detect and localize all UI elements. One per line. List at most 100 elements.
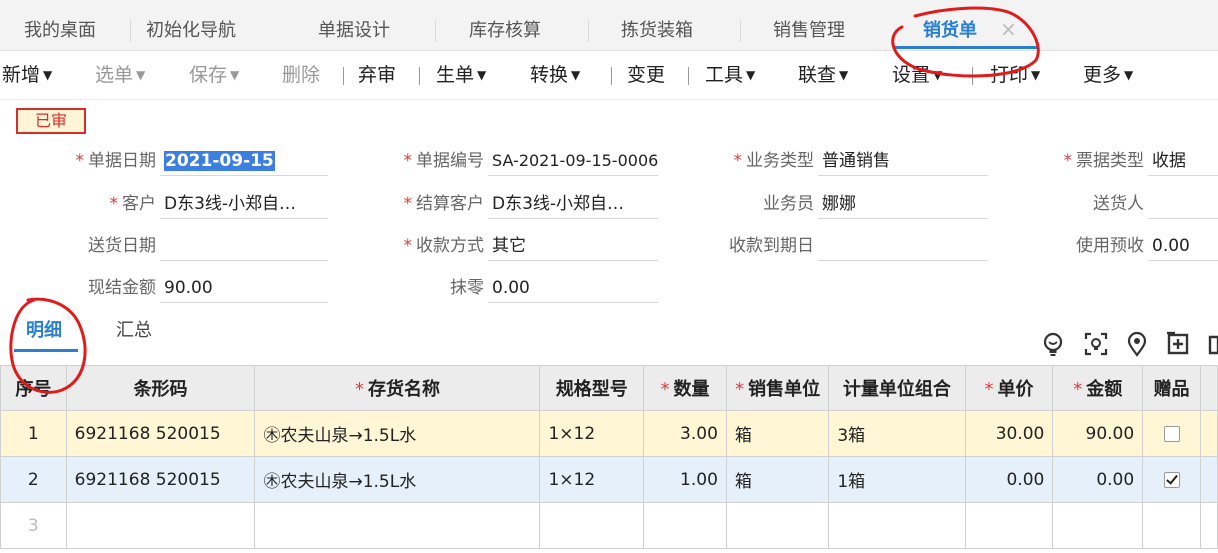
cell-price[interactable]	[964, 502, 1054, 549]
doc-date-field[interactable]: 2021-09-15	[160, 146, 328, 176]
invoice-type-field[interactable]: 收据	[1148, 146, 1218, 176]
payment-method-label: * 收款方式	[346, 231, 485, 261]
col-header-unit-text: 销售单位	[748, 379, 821, 400]
use-prepaid-field[interactable]: 0.00	[1148, 231, 1218, 261]
cell-amount[interactable]	[1052, 502, 1144, 549]
save-button[interactable]: 保存 ▼	[189, 51, 239, 99]
cell-unit-combo[interactable]: 3箱	[828, 410, 966, 457]
tab-picking-packing[interactable]: 拣货装箱	[621, 0, 693, 50]
table-row[interactable]: 1 6921168 520015 ㊍农夫山泉→1.5L水 1×12 3.00 箱…	[0, 410, 1218, 457]
cell-spec[interactable]: 1×12	[539, 456, 645, 503]
select-button[interactable]: 选单 ▼	[95, 51, 145, 99]
lightbulb-icon[interactable]	[1040, 331, 1066, 357]
tab-init-guide[interactable]: 初始化导航	[146, 0, 236, 50]
tools-button[interactable]: 工具 ▼	[705, 51, 755, 99]
new-label: 新增	[2, 64, 41, 86]
cell-amount[interactable]: 0.00	[1052, 456, 1144, 503]
cell-extra	[1199, 410, 1218, 457]
delete-row-icon[interactable]	[1206, 331, 1218, 357]
delivery-date-field[interactable]	[160, 231, 328, 261]
tab-divider	[588, 20, 589, 42]
biz-type-label-text: 业务类型	[746, 151, 814, 171]
round-off-field[interactable]: 0.00	[488, 273, 658, 303]
cell-gift[interactable]	[1142, 502, 1201, 549]
cell-name[interactable]: ㊍农夫山泉→1.5L水	[254, 410, 541, 457]
tab-desktop[interactable]: 我的桌面	[24, 0, 96, 50]
col-header-barcode[interactable]: 条形码	[65, 365, 256, 411]
new-button[interactable]: 新增 ▼	[2, 51, 52, 99]
scan-icon[interactable]	[1083, 331, 1109, 357]
col-header-amount-text: 金额	[1086, 379, 1123, 400]
linked-query-button[interactable]: 联查 ▼	[798, 51, 848, 99]
cell-barcode[interactable]	[65, 502, 256, 549]
delete-button[interactable]: 删除	[282, 51, 320, 99]
cell-price[interactable]: 30.00	[964, 410, 1054, 457]
tab-inventory-accounting[interactable]: 库存核算	[469, 0, 541, 50]
cash-amount-label: 现结金额	[88, 278, 156, 298]
cell-amount[interactable]: 90.00	[1052, 410, 1144, 457]
table-row[interactable]: 3	[0, 502, 1218, 549]
cell-name[interactable]: ㊍农夫山泉→1.5L水	[254, 456, 541, 503]
table-row[interactable]: 2 6921168 520015 ㊍农夫山泉→1.5L水 1×12 1.00 箱…	[0, 456, 1218, 503]
col-header-unit[interactable]: * 销售单位	[725, 365, 830, 411]
cell-spec[interactable]	[539, 502, 645, 549]
salesman-field[interactable]: 娜娜	[818, 189, 988, 219]
payment-method-field[interactable]: 其它	[488, 231, 658, 261]
cell-price[interactable]: 0.00	[964, 456, 1054, 503]
generate-button[interactable]: 生单 ▼	[436, 51, 486, 99]
cell-spec[interactable]: 1×12	[539, 410, 645, 457]
subtab-detail[interactable]: 明细	[26, 318, 62, 344]
cell-barcode[interactable]: 6921168 520015	[65, 410, 256, 457]
use-prepaid-label: 使用预收	[1076, 236, 1144, 256]
biz-type-field[interactable]: 普通销售	[818, 146, 988, 176]
cell-unit-combo[interactable]: 1箱	[828, 456, 966, 503]
doc-no-field[interactable]: SA-2021-09-15-0006	[488, 146, 658, 176]
settings-button[interactable]: 设置 ▼	[892, 51, 942, 99]
change-button[interactable]: 变更	[627, 51, 665, 99]
tab-sales-management[interactable]: 销售管理	[773, 0, 845, 50]
abandon-audit-button[interactable]: 弃审	[358, 51, 396, 99]
payment-due-field[interactable]	[818, 231, 988, 261]
active-subtab-indicator	[14, 349, 78, 352]
cell-qty[interactable]: 3.00	[643, 410, 727, 457]
col-header-price[interactable]: * 单价	[964, 365, 1054, 411]
settle-customer-field[interactable]: D东3线-小郑自…	[488, 189, 658, 219]
toolbar-divider	[688, 67, 689, 85]
col-header-unit-combo[interactable]: 计量单位组合	[828, 365, 966, 411]
convert-button[interactable]: 转换 ▼	[530, 51, 580, 99]
col-header-amount[interactable]: * 金额	[1052, 365, 1144, 411]
col-header-extra	[1199, 365, 1218, 411]
customer-field[interactable]: D东3线-小郑自…	[160, 189, 328, 219]
cell-qty[interactable]: 1.00	[643, 456, 727, 503]
required-mark: *	[75, 151, 85, 171]
tools-label: 工具	[705, 64, 744, 86]
gift-checkbox[interactable]	[1163, 425, 1180, 442]
cell-unit[interactable]: 箱	[725, 410, 830, 457]
tab-sales-order[interactable]: 销货单	[923, 0, 977, 50]
print-button[interactable]: 打印 ▼	[990, 51, 1040, 99]
payment-method-label-text: 收款方式	[416, 236, 484, 256]
col-header-spec[interactable]: 规格型号	[539, 365, 645, 411]
chevron-down-icon: ▼	[477, 68, 487, 82]
settle-customer-label-text: 结算客户	[416, 194, 484, 214]
col-header-name[interactable]: * 存货名称	[254, 365, 541, 411]
col-header-gift[interactable]: 赠品	[1142, 365, 1201, 411]
add-row-icon[interactable]	[1165, 331, 1191, 357]
col-header-qty[interactable]: * 数量	[643, 365, 727, 411]
cash-amount-field[interactable]: 90.00	[160, 273, 328, 303]
cell-unit[interactable]: 箱	[725, 456, 830, 503]
cell-name[interactable]	[254, 502, 541, 549]
settings-label: 设置	[892, 64, 931, 86]
close-icon[interactable]: ×	[1000, 17, 1017, 41]
cell-qty[interactable]	[643, 502, 727, 549]
location-pin-icon[interactable]	[1124, 331, 1150, 357]
more-button[interactable]: 更多 ▼	[1083, 51, 1133, 99]
gift-checkbox[interactable]	[1163, 471, 1180, 488]
tab-doc-design[interactable]: 单据设计	[318, 0, 390, 50]
cell-unit-combo[interactable]	[828, 502, 966, 549]
subtab-summary[interactable]: 汇总	[116, 318, 152, 344]
deliverer-field[interactable]	[1148, 189, 1218, 219]
cell-unit[interactable]	[725, 502, 830, 549]
grid-header-row: 序号 条形码 * 存货名称 规格型号 * 数量 * 销售单位 计量单位组合 * 单价 *…	[0, 365, 1218, 411]
cell-barcode[interactable]: 6921168 520015	[65, 456, 256, 503]
